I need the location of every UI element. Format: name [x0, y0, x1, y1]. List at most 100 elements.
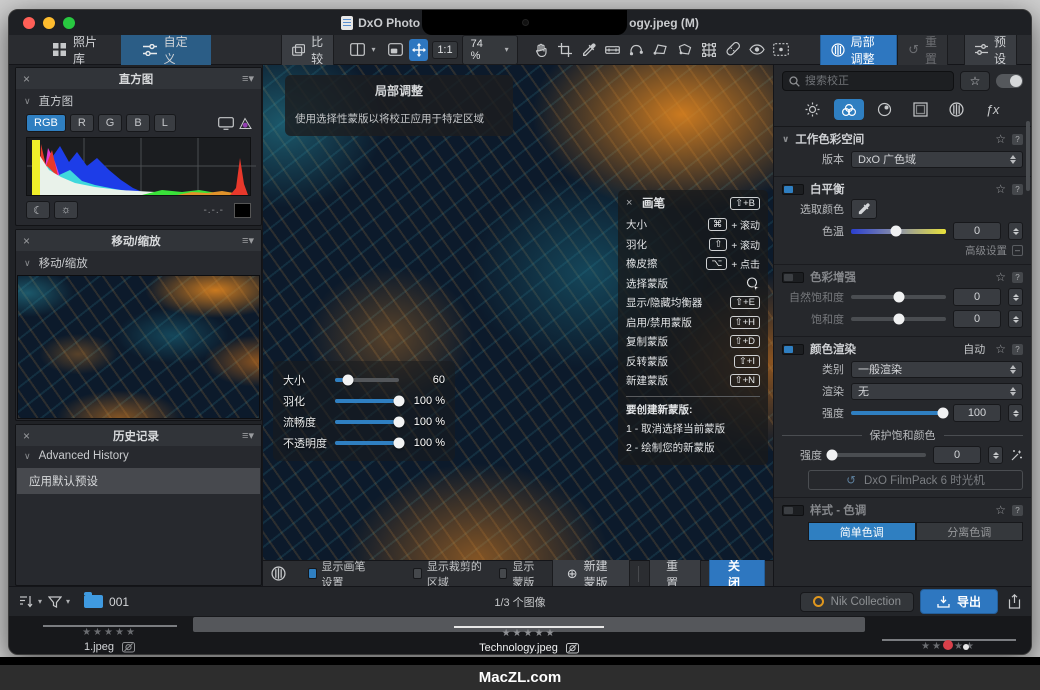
protect-stepper[interactable]: [988, 446, 1003, 464]
export-button[interactable]: 导出: [920, 589, 998, 614]
intensity-slider[interactable]: [851, 411, 946, 415]
star-icon[interactable]: ☆: [995, 132, 1006, 146]
tab-photo-library[interactable]: 照片库: [31, 35, 121, 65]
rendering-select[interactable]: 无: [851, 383, 1023, 400]
intensity-stepper[interactable]: [1008, 404, 1023, 422]
thumbnail-cell[interactable]: ★★★★★ TopVisual.jpeg: [866, 616, 1031, 654]
close-icon[interactable]: ×: [23, 234, 30, 248]
help-icon[interactable]: ?: [1012, 272, 1023, 283]
pan-zoom-section-row[interactable]: ∨ 移动/缩放: [16, 251, 261, 275]
gamut-icon[interactable]: [238, 117, 253, 130]
highlight-clipping-icon[interactable]: ☼: [54, 201, 78, 219]
history-section-row[interactable]: ∨ Advanced History: [16, 446, 261, 466]
brush-menu-item[interactable]: 启用/禁用蒙版⇧+H: [626, 313, 760, 333]
auto-label[interactable]: 自动: [963, 341, 985, 357]
category-select[interactable]: 一般渲染: [851, 361, 1023, 378]
saturation-stepper[interactable]: [1008, 310, 1023, 328]
star-icon[interactable]: ☆: [995, 503, 1006, 517]
thumbnail-image[interactable]: [882, 639, 1016, 641]
rating-stars[interactable]: ★★★★★: [502, 628, 557, 639]
white-balance-toggle[interactable]: [782, 184, 804, 195]
opacity-slider[interactable]: [335, 441, 399, 445]
image-canvas[interactable]: 局部调整 使用选择性蒙版以将校正应用于特定区域 × 画笔 ⇧+B 大小⌘+ 滚动…: [263, 65, 773, 560]
close-icon[interactable]: ×: [626, 197, 642, 209]
palette-menu-icon[interactable]: ≡▾: [242, 72, 254, 85]
color-enhance-toggle[interactable]: [782, 272, 804, 283]
magic-wand-icon[interactable]: [1010, 449, 1023, 462]
lasso-icon[interactable]: [650, 39, 672, 61]
show-mask-checkbox[interactable]: 显示蒙版: [499, 558, 544, 590]
crop-icon[interactable]: [554, 39, 576, 61]
show-brush-settings-checkbox[interactable]: 显示画笔设置: [308, 558, 369, 590]
tab-color-icon[interactable]: [834, 99, 864, 120]
pan-zoom-preview[interactable]: [17, 275, 260, 419]
tab-fx-icon[interactable]: ƒx: [978, 99, 1008, 120]
split-toning-tab[interactable]: 分离色调: [916, 522, 1024, 541]
protect-slider[interactable]: [829, 453, 926, 457]
sort-button[interactable]: ▾: [19, 595, 42, 608]
vibrance-stepper[interactable]: [1008, 288, 1023, 306]
star-icon[interactable]: ☆: [995, 270, 1006, 284]
size-slider[interactable]: [335, 378, 399, 382]
brush-menu-item[interactable]: 大小⌘+ 滚动: [626, 215, 760, 235]
nik-collection-button[interactable]: Nik Collection: [800, 592, 914, 612]
wb-eyedropper-button[interactable]: [851, 199, 877, 219]
polygon-lasso-icon[interactable]: [674, 39, 696, 61]
channel-l-button[interactable]: L: [154, 114, 176, 132]
red-eye-icon[interactable]: [746, 39, 768, 61]
close-icon[interactable]: ×: [23, 429, 30, 443]
split-view-caret[interactable]: ▾: [371, 45, 375, 54]
brush-menu-item[interactable]: 复制蒙版⇧+D: [626, 332, 760, 352]
monitor-icon[interactable]: [218, 117, 234, 130]
curve-lasso-icon[interactable]: [626, 39, 648, 61]
brush-menu-item[interactable]: 选择蒙版: [626, 274, 760, 294]
tab-light-icon[interactable]: [798, 99, 828, 120]
vibrance-slider[interactable]: [851, 295, 946, 299]
share-icon[interactable]: [1008, 594, 1021, 609]
tab-customize[interactable]: 自定义: [121, 35, 211, 65]
brush-menu-item[interactable]: 橡皮擦⌥+ 点击: [626, 254, 760, 274]
repair-icon[interactable]: [722, 39, 744, 61]
saturation-slider[interactable]: [851, 317, 946, 321]
channel-g-button[interactable]: G: [98, 114, 123, 132]
shadow-clipping-icon[interactable]: ☾: [26, 201, 50, 219]
star-icon[interactable]: ☆: [995, 342, 1006, 356]
help-icon[interactable]: ?: [1012, 134, 1023, 145]
help-icon[interactable]: ?: [1012, 344, 1023, 355]
chevron-down-icon[interactable]: ∨: [782, 134, 789, 145]
ratio-1-1-button[interactable]: 1:1: [432, 41, 457, 59]
channel-rgb-button[interactable]: RGB: [26, 114, 66, 132]
search-input[interactable]: [805, 75, 947, 87]
zoom-level-select[interactable]: 74 % ▾: [462, 35, 518, 65]
temperature-stepper[interactable]: [1008, 222, 1023, 240]
search-box[interactable]: [782, 71, 954, 91]
brush-menu-item[interactable]: 反转蒙版⇧+I: [626, 352, 760, 372]
advanced-settings-link[interactable]: 高级设置 –: [782, 242, 1023, 258]
palette-menu-icon[interactable]: ≡▾: [242, 429, 254, 442]
tab-local-adjust-icon[interactable]: [942, 99, 972, 120]
horizon-icon[interactable]: [602, 39, 624, 61]
perspective-icon[interactable]: [698, 39, 720, 61]
corrections-toggle[interactable]: [996, 74, 1023, 88]
temperature-slider[interactable]: [851, 229, 946, 234]
eyedropper-icon[interactable]: [578, 39, 600, 61]
folder-name[interactable]: 001: [109, 595, 129, 609]
flow-slider[interactable]: [335, 420, 399, 424]
channel-b-button[interactable]: B: [126, 114, 149, 132]
style-toning-toggle[interactable]: [782, 505, 804, 516]
tab-geometry-icon[interactable]: [906, 99, 936, 120]
channel-r-button[interactable]: R: [70, 114, 94, 132]
filter-button[interactable]: ▾: [48, 596, 70, 608]
close-icon[interactable]: ×: [23, 72, 30, 86]
thumbnail-cell-selected[interactable]: ★★★★★ Technology.jpeg: [192, 616, 866, 633]
rating-stars[interactable]: ★★★★★: [82, 627, 137, 638]
history-item[interactable]: 应用默认预设: [17, 468, 260, 494]
simple-toning-tab[interactable]: 简单色调: [808, 522, 916, 541]
move-tool-button[interactable]: [409, 39, 428, 61]
thumbnail-cell[interactable]: ★★★★★ 1.jpeg: [27, 616, 192, 654]
brush-menu-item[interactable]: 新建蒙版⇧+N: [626, 371, 760, 391]
palette-menu-icon[interactable]: ≡▾: [242, 234, 254, 247]
hand-tool-icon[interactable]: [530, 39, 552, 61]
local-mask-icon[interactable]: [770, 39, 792, 61]
brush-menu-item[interactable]: 羽化⇧+ 滚动: [626, 235, 760, 255]
